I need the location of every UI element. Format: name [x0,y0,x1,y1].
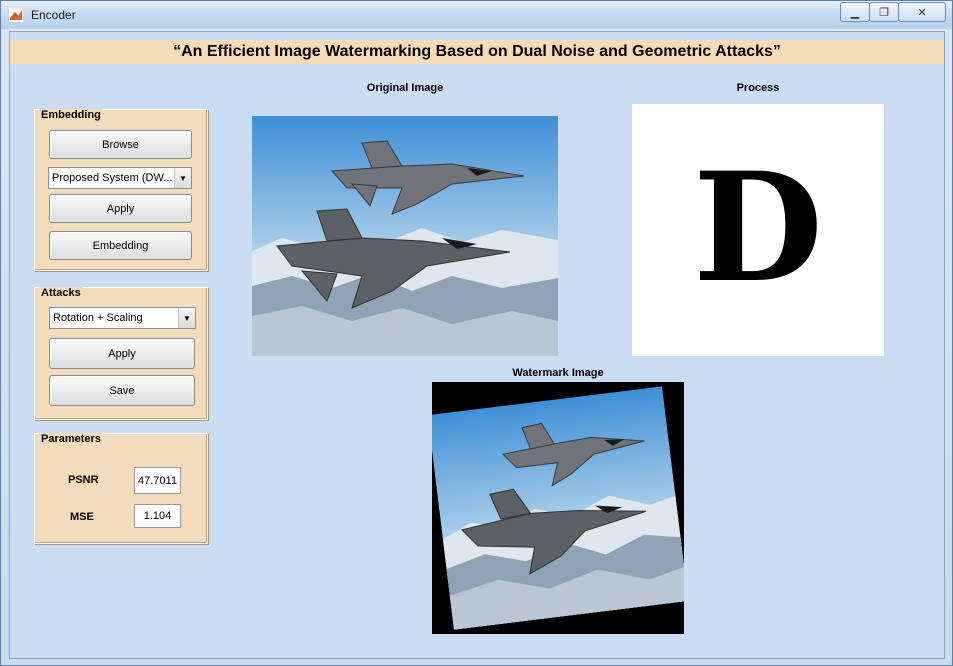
parameters-panel: Parameters PSNR 47.7011 MSE 1.104 [34,433,208,544]
process-image: D [632,104,884,356]
minimize-button[interactable]: ▁ [840,2,870,22]
title-bar[interactable]: Encoder ▁ ❐ ✕ [1,1,952,29]
restore-icon: ❐ [879,6,889,19]
mse-label: MSE [70,511,94,523]
window-title: Encoder [31,8,76,22]
close-button[interactable]: ✕ [898,2,946,22]
original-image [252,116,558,356]
mse-field[interactable]: 1.104 [134,504,181,528]
watermark-logo: D [693,140,823,316]
attacks-panel-title: Attacks [39,287,83,299]
method-select[interactable]: Proposed System (DW... ▼ [48,167,192,189]
parameters-panel-title: Parameters [39,433,103,445]
minimize-icon: ▁ [850,6,860,19]
page-title: “An Efficient Image Watermarking Based o… [10,40,944,64]
window-controls: ▁ ❐ ✕ [840,2,946,22]
original-image-title: Original Image [366,82,444,94]
restore-button[interactable]: ❐ [869,2,899,22]
process-letter: D [693,140,823,316]
attacks-apply-button[interactable]: Apply [49,338,195,369]
method-select-value: Proposed System (DW... [52,172,173,184]
watermark-image-title: Watermark Image [512,367,604,379]
figure-client-area: “An Efficient Image Watermarking Based o… [9,31,945,659]
process-title: Process [736,82,780,94]
chevron-down-icon[interactable]: ▼ [178,308,195,328]
embedding-panel-title: Embedding [39,109,103,121]
psnr-field[interactable]: 47.7011 [134,467,181,494]
attacks-panel: Attacks Rotation + Scaling ▼ Apply Save [34,287,208,420]
rotated-jets-image [432,386,684,630]
psnr-label: PSNR [68,474,99,486]
matlab-icon [9,8,23,22]
close-icon: ✕ [917,6,927,19]
jets-image [252,116,558,356]
browse-button[interactable]: Browse [49,130,192,159]
embedding-button[interactable]: Embedding [49,231,192,260]
attack-select-value: Rotation + Scaling [53,312,143,324]
chevron-down-icon[interactable]: ▼ [174,168,191,188]
encoder-window: Encoder ▁ ❐ ✕ “An Efficient Image Waterm… [0,0,953,666]
embedding-panel: Embedding Browse Proposed System (DW... … [34,109,208,271]
save-button[interactable]: Save [49,375,195,406]
embedding-apply-button[interactable]: Apply [49,194,192,223]
watermark-image [432,382,684,634]
attack-select[interactable]: Rotation + Scaling ▼ [49,307,196,329]
